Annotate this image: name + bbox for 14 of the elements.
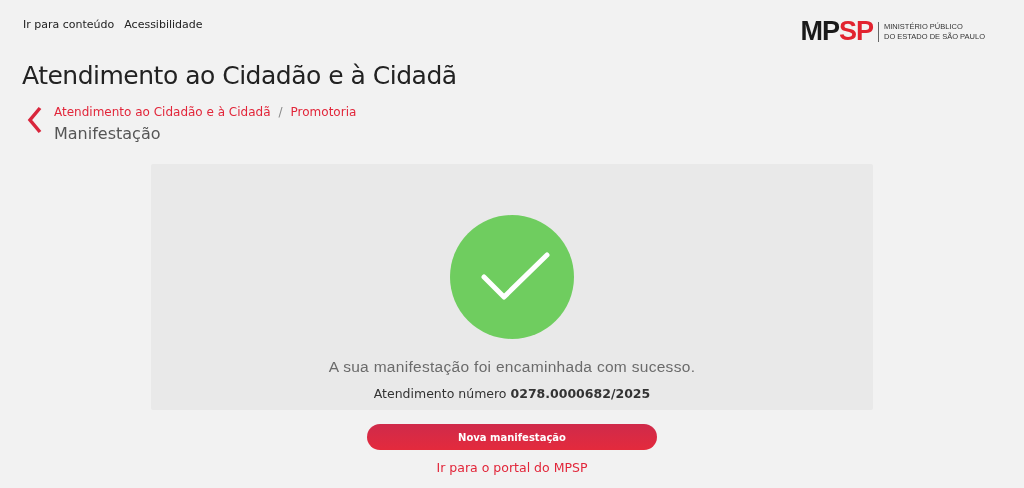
breadcrumb-link[interactable]: Atendimento ao Cidadão e à Cidadã bbox=[54, 103, 271, 121]
back-icon[interactable] bbox=[27, 106, 43, 134]
success-message: A sua manifestação foi encaminhada com sucesso. bbox=[328, 357, 696, 377]
request-number: Atendimento número 0278.0000682/2025 bbox=[373, 385, 651, 404]
logo-mark: MPSP bbox=[800, 18, 873, 45]
success-check-icon bbox=[450, 215, 574, 339]
skip-link[interactable]: Acessibilidade bbox=[124, 17, 203, 34]
breadcrumb-link[interactable]: Promotoria bbox=[290, 103, 357, 121]
new-request-button[interactable]: Nova manifestação bbox=[367, 424, 657, 450]
page-title: Atendimento ao Cidadão e à Cidadã bbox=[21, 60, 458, 92]
skip-link[interactable]: Ir para conteúdo bbox=[23, 17, 115, 34]
current-page: Manifestação bbox=[54, 123, 162, 145]
breadcrumb-separator: / bbox=[278, 104, 283, 121]
portal-link[interactable]: Ir para o portal do MPSP bbox=[436, 460, 588, 475]
